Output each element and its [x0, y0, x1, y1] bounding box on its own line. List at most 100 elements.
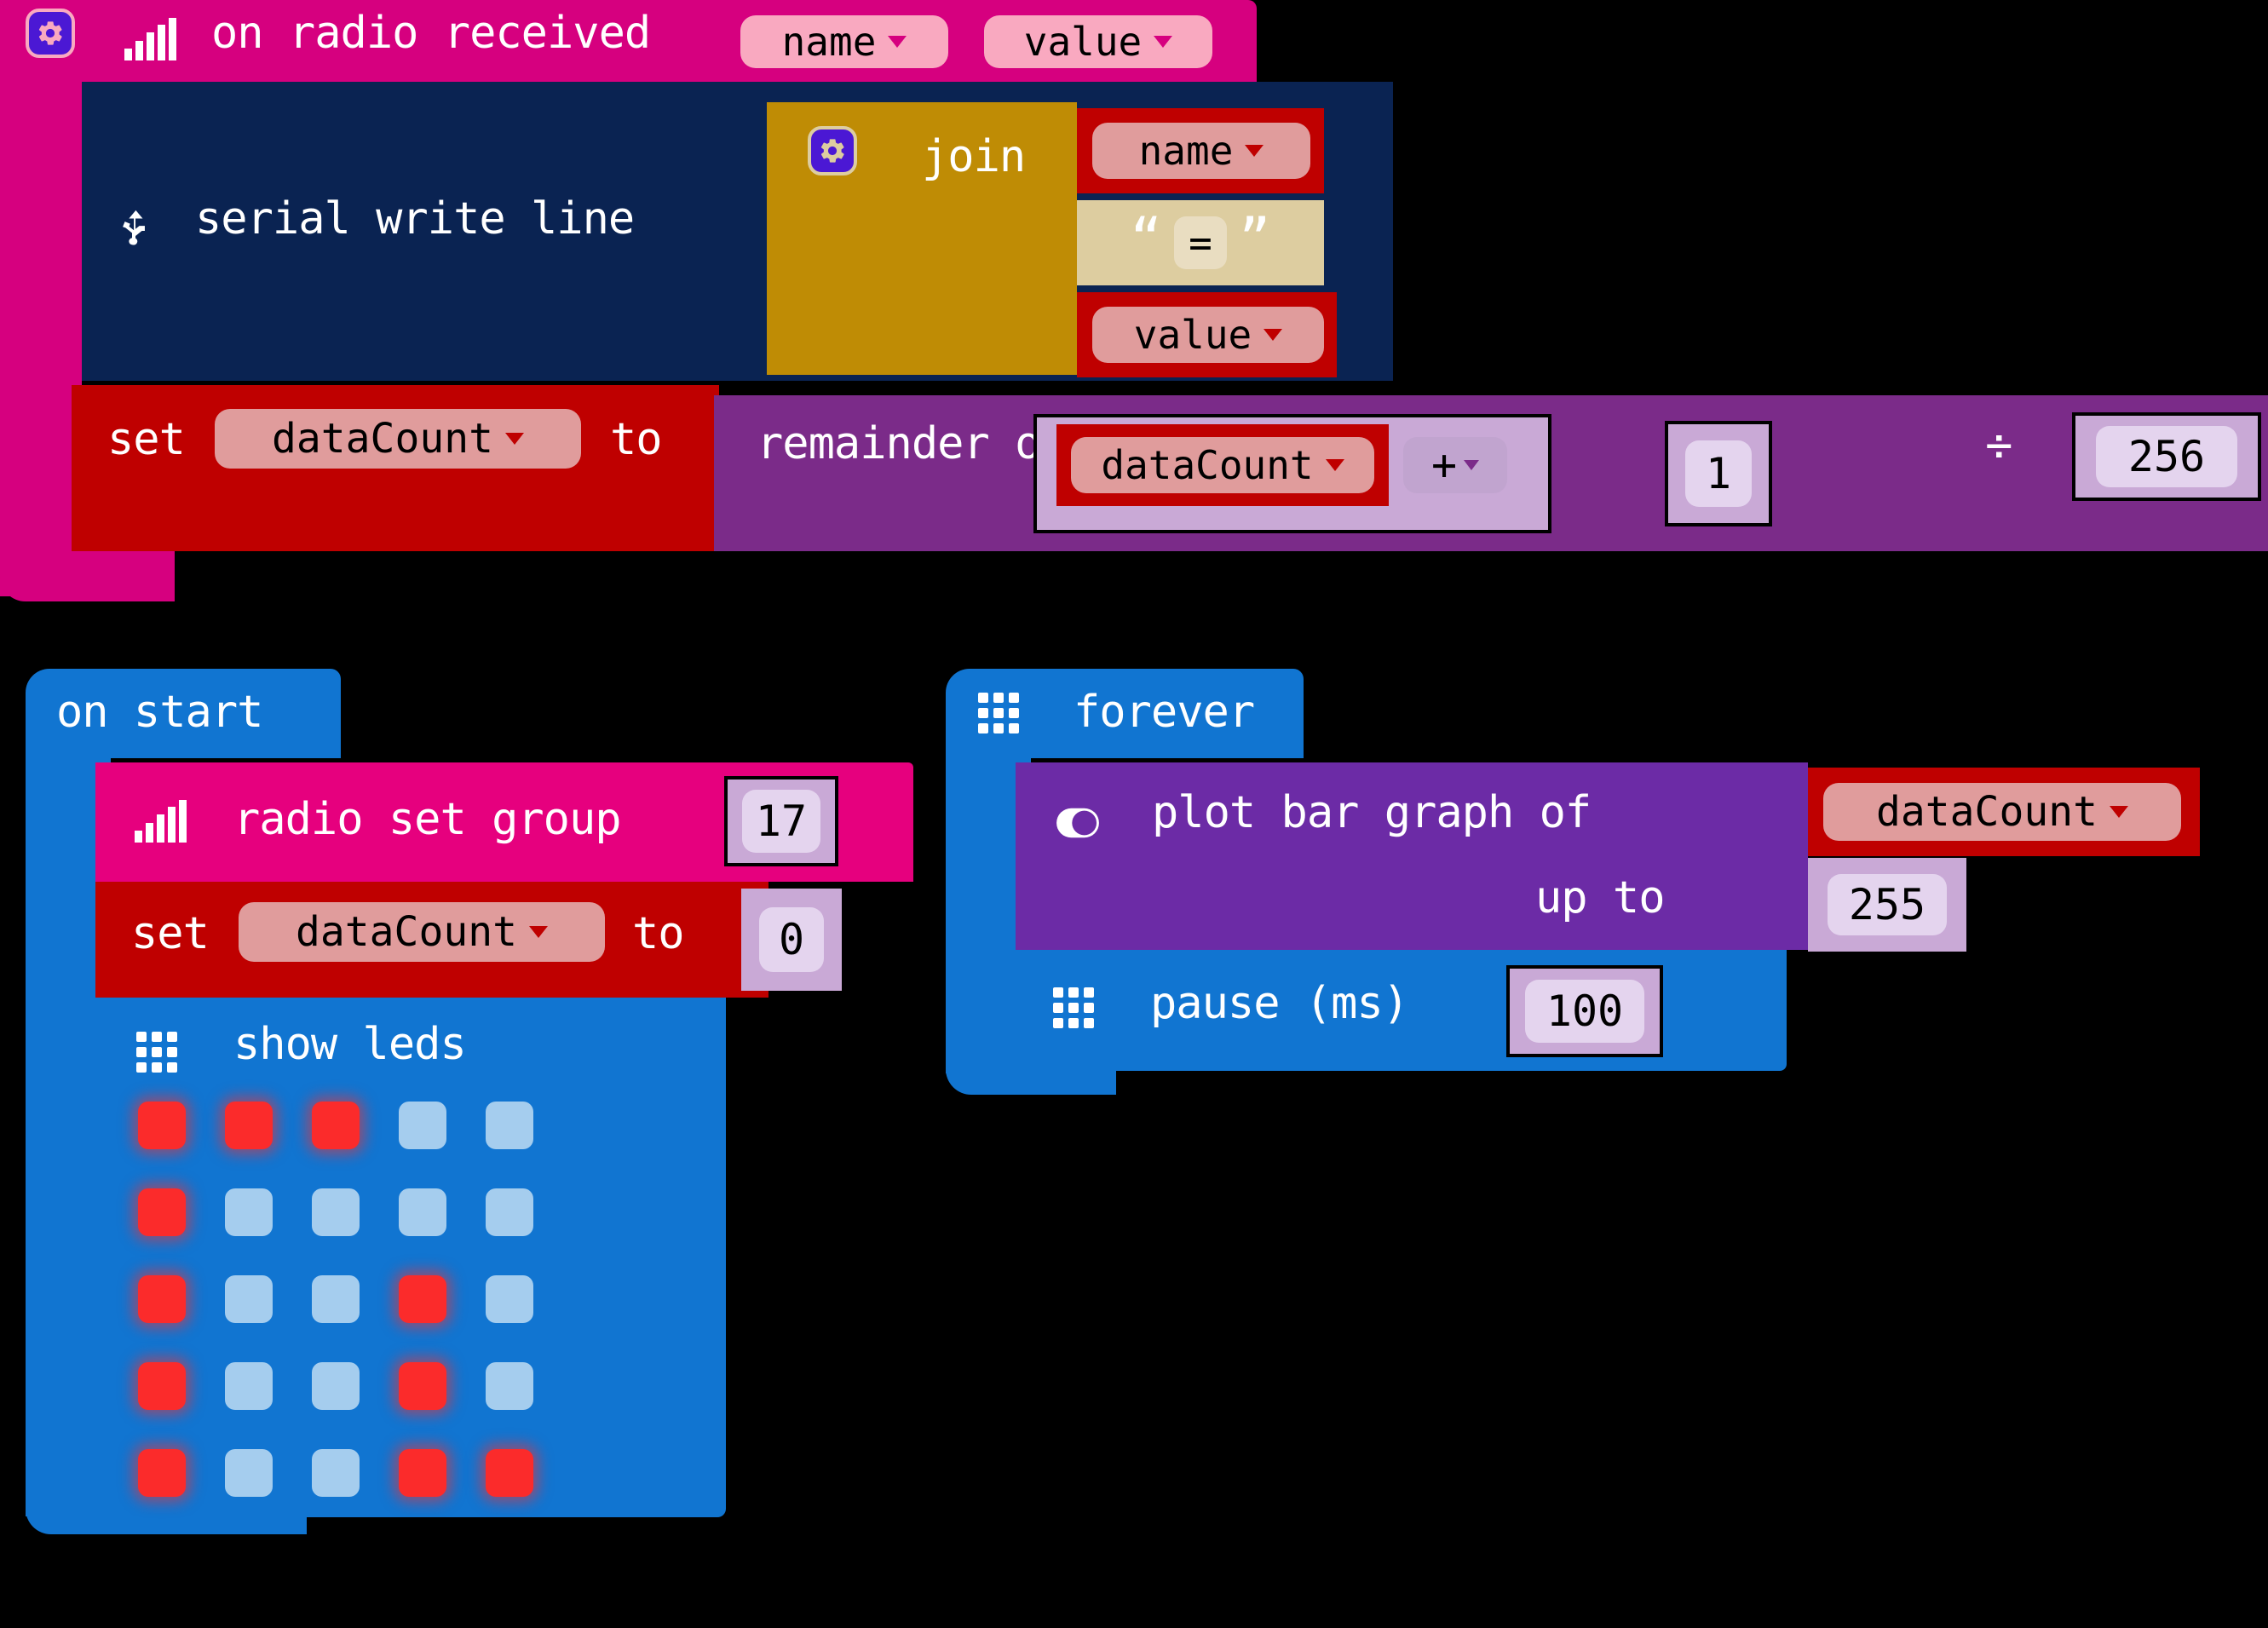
- divide-symbol: ÷: [1985, 418, 2013, 472]
- arithmetic-left-label: dataCount: [1101, 442, 1314, 488]
- set-variable-dropdown[interactable]: dataCount: [215, 409, 581, 469]
- led-grid-icon: [136, 1032, 177, 1073]
- plot-variable-dropdown[interactable]: dataCount: [1823, 783, 2181, 841]
- toggle-icon: [1053, 803, 1102, 843]
- chevron-down-icon: [1154, 36, 1173, 48]
- led-cell-4-2[interactable]: [312, 1449, 360, 1497]
- arithmetic-right-number-field[interactable]: 1: [1685, 440, 1752, 507]
- led-cell-0-4[interactable]: [486, 1102, 533, 1149]
- set-to-label: to: [632, 908, 685, 959]
- forever-block[interactable]: forever plot bar graph of up to dataCoun…: [946, 669, 2200, 1112]
- pause-number-socket-box[interactable]: 100: [1506, 965, 1663, 1057]
- set-variable-label: dataCount: [271, 415, 494, 463]
- led-cell-0-0[interactable]: [138, 1102, 186, 1149]
- serial-write-line-label: serial write line: [195, 193, 635, 244]
- led-cell-4-3[interactable]: [399, 1449, 446, 1497]
- arithmetic-right-number-socket[interactable]: 1: [1665, 421, 1772, 526]
- radio-param-name-dropdown[interactable]: name: [740, 15, 948, 68]
- led-cell-2-4[interactable]: [486, 1275, 533, 1323]
- led-cell-3-0[interactable]: [138, 1362, 186, 1410]
- plot-up-to-number-field[interactable]: 255: [1828, 874, 1947, 935]
- on-start-label: on start: [56, 687, 263, 738]
- led-matrix[interactable]: [138, 1102, 533, 1497]
- led-cell-3-1[interactable]: [225, 1362, 273, 1410]
- led-cell-1-2[interactable]: [312, 1188, 360, 1236]
- event-left-spine: [0, 77, 82, 596]
- join-item-value-variable[interactable]: value: [1077, 292, 1337, 377]
- set-datacount-block[interactable]: set dataCount to: [72, 385, 719, 551]
- on-start-set-number-field[interactable]: 0: [759, 907, 824, 972]
- on-start-set-number-socket[interactable]: 0: [741, 889, 842, 991]
- gear-icon[interactable]: [808, 126, 857, 175]
- radio-param-name-label: name: [781, 19, 877, 65]
- set-label: set: [131, 908, 210, 959]
- led-cell-2-0[interactable]: [138, 1275, 186, 1323]
- radio-group-number-socket[interactable]: 17: [724, 776, 838, 866]
- join-block[interactable]: join: [767, 102, 1077, 375]
- join-label: join: [922, 131, 1026, 182]
- show-leds-block[interactable]: show leds: [95, 998, 726, 1517]
- led-cell-3-3[interactable]: [399, 1362, 446, 1410]
- led-cell-3-4[interactable]: [486, 1362, 533, 1410]
- join-item-string[interactable]: “ = ”: [1077, 200, 1324, 285]
- event-foot: [0, 545, 175, 601]
- led-cell-3-2[interactable]: [312, 1362, 360, 1410]
- join-item-name-variable[interactable]: name: [1077, 108, 1324, 193]
- chevron-down-icon: [1245, 145, 1264, 157]
- led-cell-2-3[interactable]: [399, 1275, 446, 1323]
- plot-up-to-label: up to: [1535, 872, 1666, 923]
- led-cell-1-0[interactable]: [138, 1188, 186, 1236]
- quote-open: “: [1130, 207, 1162, 269]
- on-start-block[interactable]: on start radio set group 17 set dataCoun…: [26, 669, 913, 1534]
- on-radio-received-label: on radio received: [211, 8, 651, 59]
- on-start-set-variable-dropdown[interactable]: dataCount: [239, 902, 605, 962]
- radio-param-value-dropdown[interactable]: value: [984, 15, 1212, 68]
- quote-close: ”: [1239, 207, 1271, 269]
- chevron-down-icon: [1325, 459, 1344, 471]
- usb-icon: [110, 208, 154, 247]
- arithmetic-left-variable[interactable]: dataCount: [1056, 424, 1389, 506]
- show-leds-label: show leds: [233, 1019, 467, 1070]
- led-cell-2-2[interactable]: [312, 1275, 360, 1323]
- pause-label: pause (ms): [1150, 978, 1409, 1029]
- arithmetic-operator-label: +: [1430, 440, 1458, 490]
- arithmetic-operator-dropdown[interactable]: +: [1403, 437, 1507, 493]
- led-cell-4-1[interactable]: [225, 1449, 273, 1497]
- led-cell-0-3[interactable]: [399, 1102, 446, 1149]
- set-to-label: to: [610, 414, 663, 465]
- led-cell-1-1[interactable]: [225, 1188, 273, 1236]
- chevron-down-icon: [2110, 806, 2129, 818]
- led-cell-4-0[interactable]: [138, 1449, 186, 1497]
- join-value-dropdown[interactable]: value: [1092, 307, 1324, 363]
- led-grid-icon: [1053, 987, 1094, 1028]
- chevron-down-icon: [888, 36, 907, 48]
- join-name-label: name: [1138, 128, 1234, 174]
- pause-number-field[interactable]: 100: [1525, 980, 1644, 1043]
- led-cell-1-4[interactable]: [486, 1188, 533, 1236]
- radio-group-number-field[interactable]: 17: [742, 790, 820, 853]
- arithmetic-left-dropdown[interactable]: dataCount: [1071, 437, 1374, 493]
- plot-bar-graph-block[interactable]: plot bar graph of up to: [1016, 762, 1808, 950]
- chevron-down-icon: [529, 926, 549, 938]
- led-cell-4-4[interactable]: [486, 1449, 533, 1497]
- radio-set-group-label: radio set group: [233, 794, 622, 845]
- plot-up-to-number-socket[interactable]: 255: [1808, 858, 1966, 952]
- led-cell-0-1[interactable]: [225, 1102, 273, 1149]
- led-grid-icon: [978, 693, 1019, 733]
- on-start-set-datacount-block[interactable]: set dataCount to: [95, 882, 768, 998]
- pause-block[interactable]: pause (ms): [1016, 950, 1787, 1071]
- led-cell-1-3[interactable]: [399, 1188, 446, 1236]
- gear-icon[interactable]: [26, 9, 75, 58]
- led-cell-0-2[interactable]: [312, 1102, 360, 1149]
- radio-signal-icon: [135, 800, 187, 843]
- chevron-down-icon: [505, 433, 525, 445]
- forever-label: forever: [1074, 687, 1255, 738]
- string-value-field[interactable]: =: [1174, 216, 1227, 269]
- led-cell-2-1[interactable]: [225, 1275, 273, 1323]
- on-radio-received-block[interactable]: on radio received name value serial writ…: [0, 0, 2268, 607]
- plot-variable-block[interactable]: dataCount: [1808, 768, 2200, 856]
- remainder-right-number-socket[interactable]: 256: [2072, 412, 2261, 501]
- on-start-set-variable-label: dataCount: [295, 908, 518, 956]
- remainder-right-number-field[interactable]: 256: [2096, 426, 2237, 487]
- join-name-dropdown[interactable]: name: [1092, 123, 1310, 179]
